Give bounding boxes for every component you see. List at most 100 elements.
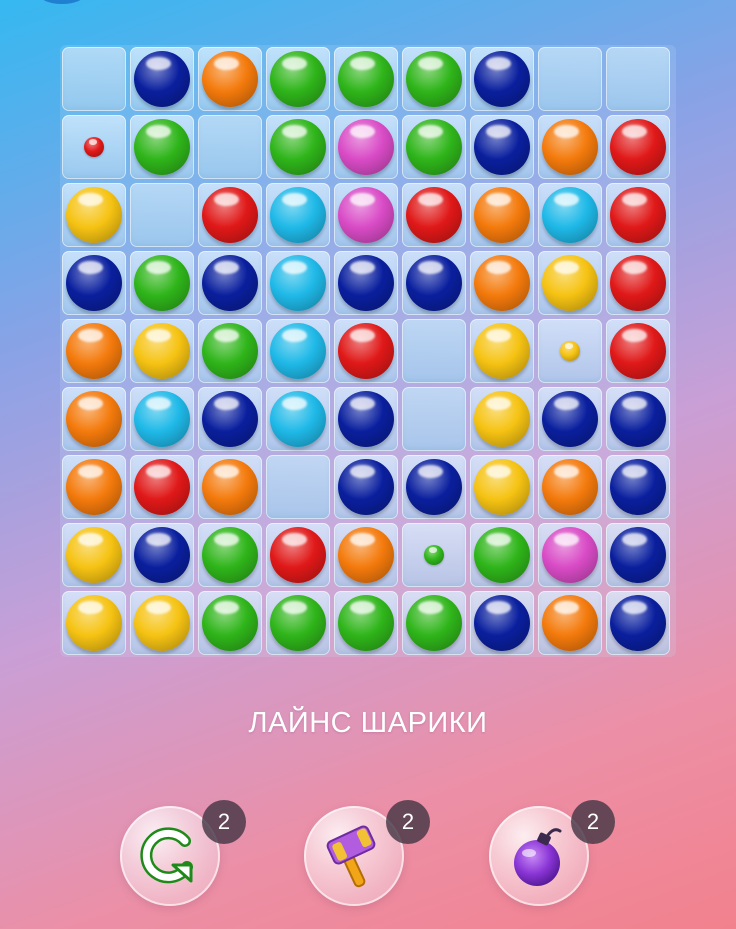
- board-cell[interactable]: [470, 591, 534, 655]
- bomb-powerup-button[interactable]: 2: [489, 800, 615, 906]
- ball-green[interactable]: [202, 595, 258, 651]
- ball-blue[interactable]: [202, 255, 258, 311]
- ball-cyan[interactable]: [542, 187, 598, 243]
- board-cell[interactable]: [198, 183, 262, 247]
- board-cell[interactable]: [402, 523, 466, 587]
- undo-powerup-button[interactable]: 2: [120, 800, 246, 906]
- board-cell[interactable]: [470, 319, 534, 383]
- ball-green[interactable]: [406, 119, 462, 175]
- ball-yellow[interactable]: [134, 595, 190, 651]
- board-cell[interactable]: [62, 455, 126, 519]
- board-cell[interactable]: [470, 47, 534, 111]
- board-cell[interactable]: [538, 183, 602, 247]
- ball-cyan[interactable]: [270, 391, 326, 447]
- ball-red[interactable]: [610, 187, 666, 243]
- ball-red[interactable]: [202, 187, 258, 243]
- board-cell[interactable]: [62, 47, 126, 111]
- ball-blue[interactable]: [610, 595, 666, 651]
- board-cell[interactable]: [606, 183, 670, 247]
- ball-green[interactable]: [134, 255, 190, 311]
- board-cell[interactable]: [606, 47, 670, 111]
- ball-yellow[interactable]: [474, 459, 530, 515]
- board-cell[interactable]: [402, 183, 466, 247]
- ball-orange[interactable]: [338, 527, 394, 583]
- ball-orange[interactable]: [542, 595, 598, 651]
- ball-green[interactable]: [406, 51, 462, 107]
- ball-green[interactable]: [270, 119, 326, 175]
- ball-blue[interactable]: [134, 51, 190, 107]
- ball-red[interactable]: [406, 187, 462, 243]
- board-cell[interactable]: [62, 591, 126, 655]
- ball-red[interactable]: [134, 459, 190, 515]
- board-cell[interactable]: [606, 387, 670, 451]
- ball-green[interactable]: [134, 119, 190, 175]
- board-cell[interactable]: [334, 591, 398, 655]
- ball-blue[interactable]: [134, 527, 190, 583]
- board-cell[interactable]: [606, 115, 670, 179]
- board-cell[interactable]: [266, 455, 330, 519]
- board-cell[interactable]: [130, 387, 194, 451]
- ball-red[interactable]: [270, 527, 326, 583]
- board-cell[interactable]: [538, 319, 602, 383]
- ball-orange[interactable]: [66, 391, 122, 447]
- board-cell[interactable]: [266, 523, 330, 587]
- next-ball-yellow[interactable]: [560, 341, 580, 361]
- board-cell[interactable]: [198, 319, 262, 383]
- ball-red[interactable]: [338, 323, 394, 379]
- ball-orange[interactable]: [542, 119, 598, 175]
- ball-green[interactable]: [406, 595, 462, 651]
- board-cell[interactable]: [198, 115, 262, 179]
- board-cell[interactable]: [538, 251, 602, 315]
- ball-green[interactable]: [270, 595, 326, 651]
- board-cell[interactable]: [266, 319, 330, 383]
- board-cell[interactable]: [606, 591, 670, 655]
- board-cell[interactable]: [130, 115, 194, 179]
- ball-green[interactable]: [338, 595, 394, 651]
- next-ball-green[interactable]: [424, 545, 444, 565]
- ball-orange[interactable]: [542, 459, 598, 515]
- board-cell[interactable]: [470, 523, 534, 587]
- board-cell[interactable]: [266, 183, 330, 247]
- board-cell[interactable]: [130, 455, 194, 519]
- ball-orange[interactable]: [66, 323, 122, 379]
- ball-blue[interactable]: [474, 119, 530, 175]
- ball-orange[interactable]: [66, 459, 122, 515]
- board-cell[interactable]: [402, 387, 466, 451]
- ball-blue[interactable]: [610, 391, 666, 447]
- board-cell[interactable]: [334, 251, 398, 315]
- board-cell[interactable]: [266, 591, 330, 655]
- board-cell[interactable]: [334, 387, 398, 451]
- board-cell[interactable]: [130, 523, 194, 587]
- board-cell[interactable]: [606, 455, 670, 519]
- board-cell[interactable]: [334, 319, 398, 383]
- ball-cyan[interactable]: [270, 255, 326, 311]
- ball-yellow[interactable]: [542, 255, 598, 311]
- board-cell[interactable]: [402, 115, 466, 179]
- ball-blue[interactable]: [610, 527, 666, 583]
- board-cell[interactable]: [538, 47, 602, 111]
- board-cell[interactable]: [402, 455, 466, 519]
- board-cell[interactable]: [538, 115, 602, 179]
- ball-blue[interactable]: [338, 459, 394, 515]
- ball-yellow[interactable]: [66, 527, 122, 583]
- board-cell[interactable]: [198, 523, 262, 587]
- board-cell[interactable]: [470, 115, 534, 179]
- board-cell[interactable]: [62, 183, 126, 247]
- ball-blue[interactable]: [610, 459, 666, 515]
- board-cell[interactable]: [266, 47, 330, 111]
- board-cell[interactable]: [470, 455, 534, 519]
- board-cell[interactable]: [198, 591, 262, 655]
- board-cell[interactable]: [606, 251, 670, 315]
- board-cell[interactable]: [606, 319, 670, 383]
- board-cell[interactable]: [538, 455, 602, 519]
- board-cell[interactable]: [130, 183, 194, 247]
- board-cell[interactable]: [266, 115, 330, 179]
- ball-blue[interactable]: [406, 255, 462, 311]
- board-cell[interactable]: [198, 455, 262, 519]
- board-cell[interactable]: [402, 591, 466, 655]
- ball-orange[interactable]: [474, 187, 530, 243]
- board-cell[interactable]: [538, 523, 602, 587]
- ball-cyan[interactable]: [134, 391, 190, 447]
- board-cell[interactable]: [334, 183, 398, 247]
- ball-yellow[interactable]: [66, 187, 122, 243]
